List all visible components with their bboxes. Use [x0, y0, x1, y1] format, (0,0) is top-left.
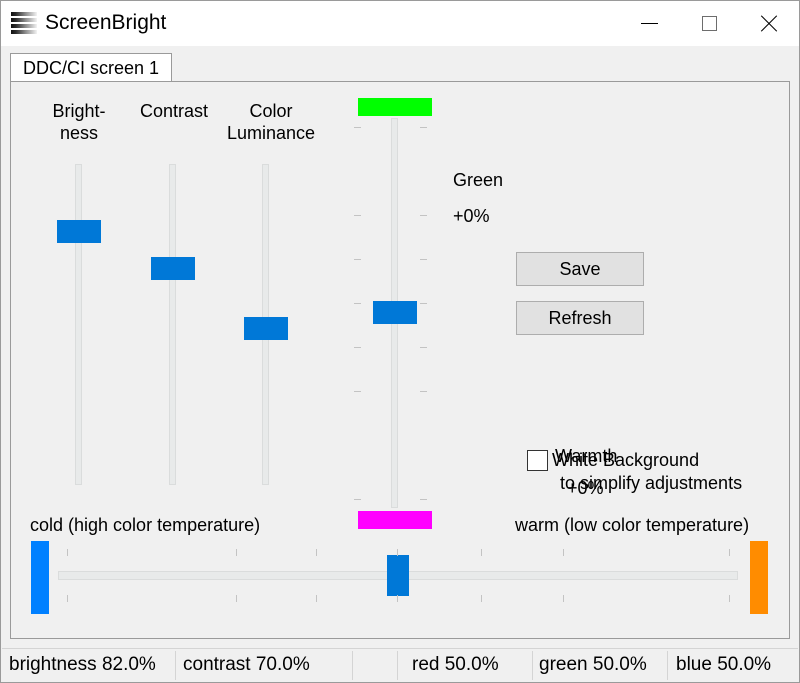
warmth-tick	[236, 595, 237, 602]
warmth-tick	[563, 549, 564, 556]
warmth-tick	[397, 595, 398, 602]
warmth-slider-area: cold (high color temperature) warm (low …	[1, 1, 799, 682]
warmth-slider-thumb[interactable]	[387, 555, 409, 596]
status-brightness: brightness 82.0%	[9, 654, 156, 675]
warmth-tick	[67, 595, 68, 602]
status-bar: brightness 82.0% contrast 70.0% red 50.0…	[2, 648, 798, 681]
warmth-tick	[397, 549, 398, 556]
status-blue: blue 50.0%	[676, 654, 772, 675]
status-red: red 50.0%	[412, 654, 499, 675]
cold-endcap-label: cold (high color temperature)	[30, 515, 261, 535]
cold-endcap-bar[interactable]	[31, 541, 49, 614]
warmth-tick	[729, 595, 730, 602]
warmth-tick	[236, 549, 237, 556]
warmth-tick	[316, 595, 317, 602]
app-window: ScreenBright DDC/CI screen 1 Bright- nes…	[0, 0, 800, 683]
warm-endcap-bar[interactable]	[750, 541, 768, 614]
warmth-tick	[481, 595, 482, 602]
warmth-tick	[563, 595, 564, 602]
warmth-tick	[729, 549, 730, 556]
status-green: green 50.0%	[539, 654, 647, 675]
warmth-tick	[481, 549, 482, 556]
warmth-tick	[67, 549, 68, 556]
status-contrast: contrast 70.0%	[183, 654, 310, 675]
warm-endcap-label: warm (low color temperature)	[515, 515, 750, 535]
status-empty	[353, 649, 397, 681]
warmth-tick	[316, 549, 317, 556]
